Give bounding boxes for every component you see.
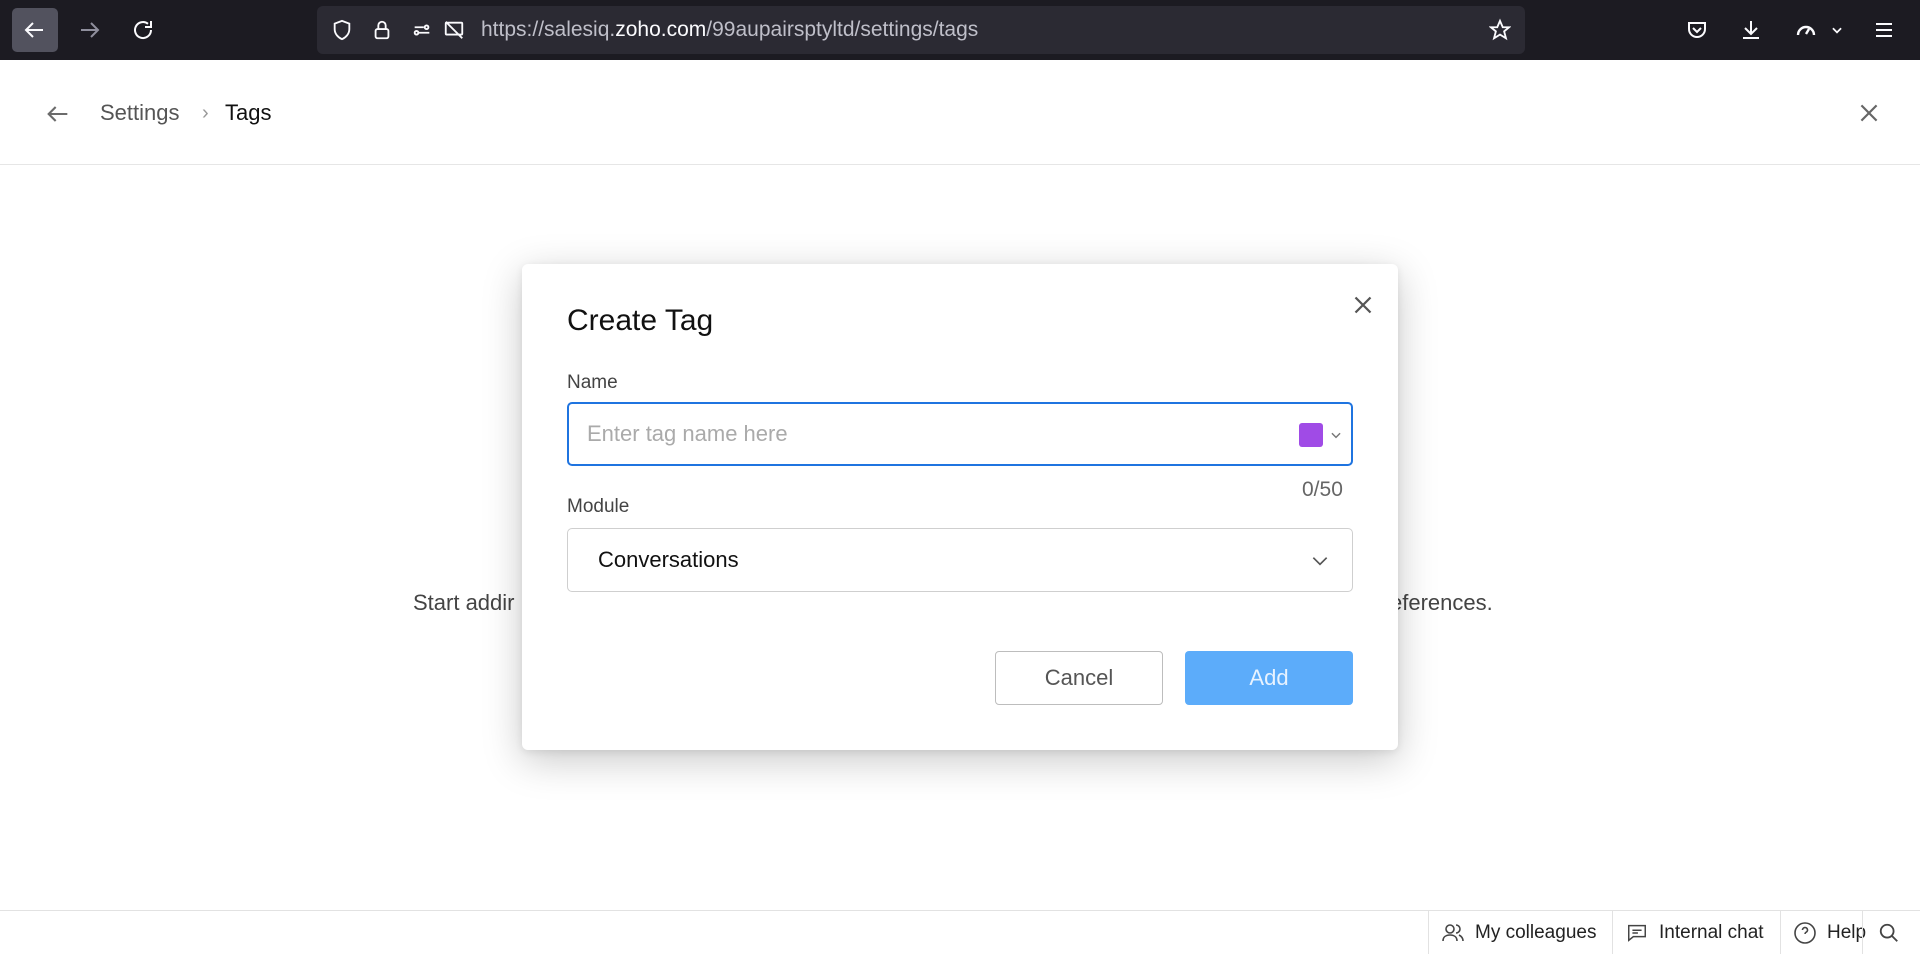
url-prefix: https://salesiq. <box>481 18 616 41</box>
back-arrow-icon[interactable] <box>44 100 72 128</box>
tag-name-field[interactable] <box>567 402 1353 466</box>
breadcrumb-settings[interactable]: Settings <box>100 98 180 128</box>
help-button[interactable]: Help <box>1780 911 1866 954</box>
breadcrumb-tags: Tags <box>225 100 272 125</box>
name-label: Name <box>567 372 618 393</box>
hamburger-menu-icon[interactable] <box>1870 16 1898 44</box>
internal-chat-button[interactable]: Internal chat <box>1612 911 1780 954</box>
my-colleagues-button[interactable]: My colleagues <box>1428 911 1612 954</box>
url-path: /99aupairsptyltd/settings/tags <box>706 18 979 41</box>
dialog-title: Create Tag <box>567 304 714 337</box>
add-button[interactable]: Add <box>1185 651 1353 705</box>
url-bar[interactable]: https://salesiq.zoho.com/99aupairsptyltd… <box>317 6 1525 54</box>
lock-icon[interactable] <box>371 19 393 41</box>
tag-color-picker[interactable] <box>1299 422 1355 448</box>
browser-forward-button[interactable] <box>66 8 112 52</box>
arrow-left-icon <box>24 22 43 38</box>
empty-state-text-right: eferences. <box>1390 590 1493 615</box>
chevron-down-icon <box>1310 551 1330 571</box>
bookmark-star-icon[interactable] <box>1489 18 1511 41</box>
module-selected-value: Conversations <box>598 547 739 572</box>
colleagues-icon <box>1441 921 1465 945</box>
url-domain: zoho.com <box>615 18 707 41</box>
my-colleagues-label: My colleagues <box>1475 922 1597 943</box>
permissions-icon[interactable] <box>411 19 433 41</box>
screen-share-blocked-icon[interactable] <box>443 19 465 41</box>
tag-color-swatch <box>1299 423 1323 447</box>
url-text[interactable]: https://salesiq.zoho.com/99aupairsptyltd… <box>481 6 978 54</box>
arrow-right-icon <box>81 22 100 38</box>
close-dialog-icon[interactable] <box>1348 290 1378 320</box>
cancel-button[interactable]: Cancel <box>995 651 1163 705</box>
close-settings-icon[interactable] <box>1856 100 1882 126</box>
settings-header: Settings › Tags <box>0 60 1920 165</box>
pocket-icon[interactable] <box>1683 16 1711 44</box>
help-label: Help <box>1827 922 1867 943</box>
bottom-status-bar: My colleagues Internal chat Help <box>0 910 1920 954</box>
tag-name-input[interactable] <box>587 404 1267 464</box>
help-icon <box>1793 921 1817 945</box>
reload-icon <box>134 21 153 39</box>
chat-icon <box>1625 921 1649 945</box>
module-label: Module <box>567 496 630 517</box>
download-icon[interactable] <box>1737 16 1765 44</box>
search-icon <box>1877 921 1901 945</box>
search-button[interactable] <box>1862 911 1920 954</box>
create-tag-dialog: Create Tag Name 0/50 Module Conversation… <box>522 264 1398 750</box>
chevron-down-icon[interactable] <box>1828 16 1846 44</box>
character-counter: 0/50 <box>1302 478 1343 501</box>
shield-icon[interactable] <box>331 19 353 41</box>
browser-reload-button[interactable] <box>120 8 166 52</box>
browser-toolbar: https://salesiq.zoho.com/99aupairsptyltd… <box>0 0 1920 60</box>
breadcrumb-separator: › <box>202 102 209 124</box>
speedometer-icon[interactable] <box>1792 16 1820 44</box>
internal-chat-label: Internal chat <box>1659 922 1764 943</box>
module-dropdown[interactable]: Conversations <box>567 528 1353 592</box>
empty-state-text-left: Start addir <box>413 590 515 615</box>
chevron-down-icon <box>1329 428 1343 442</box>
browser-back-button[interactable] <box>12 8 58 52</box>
